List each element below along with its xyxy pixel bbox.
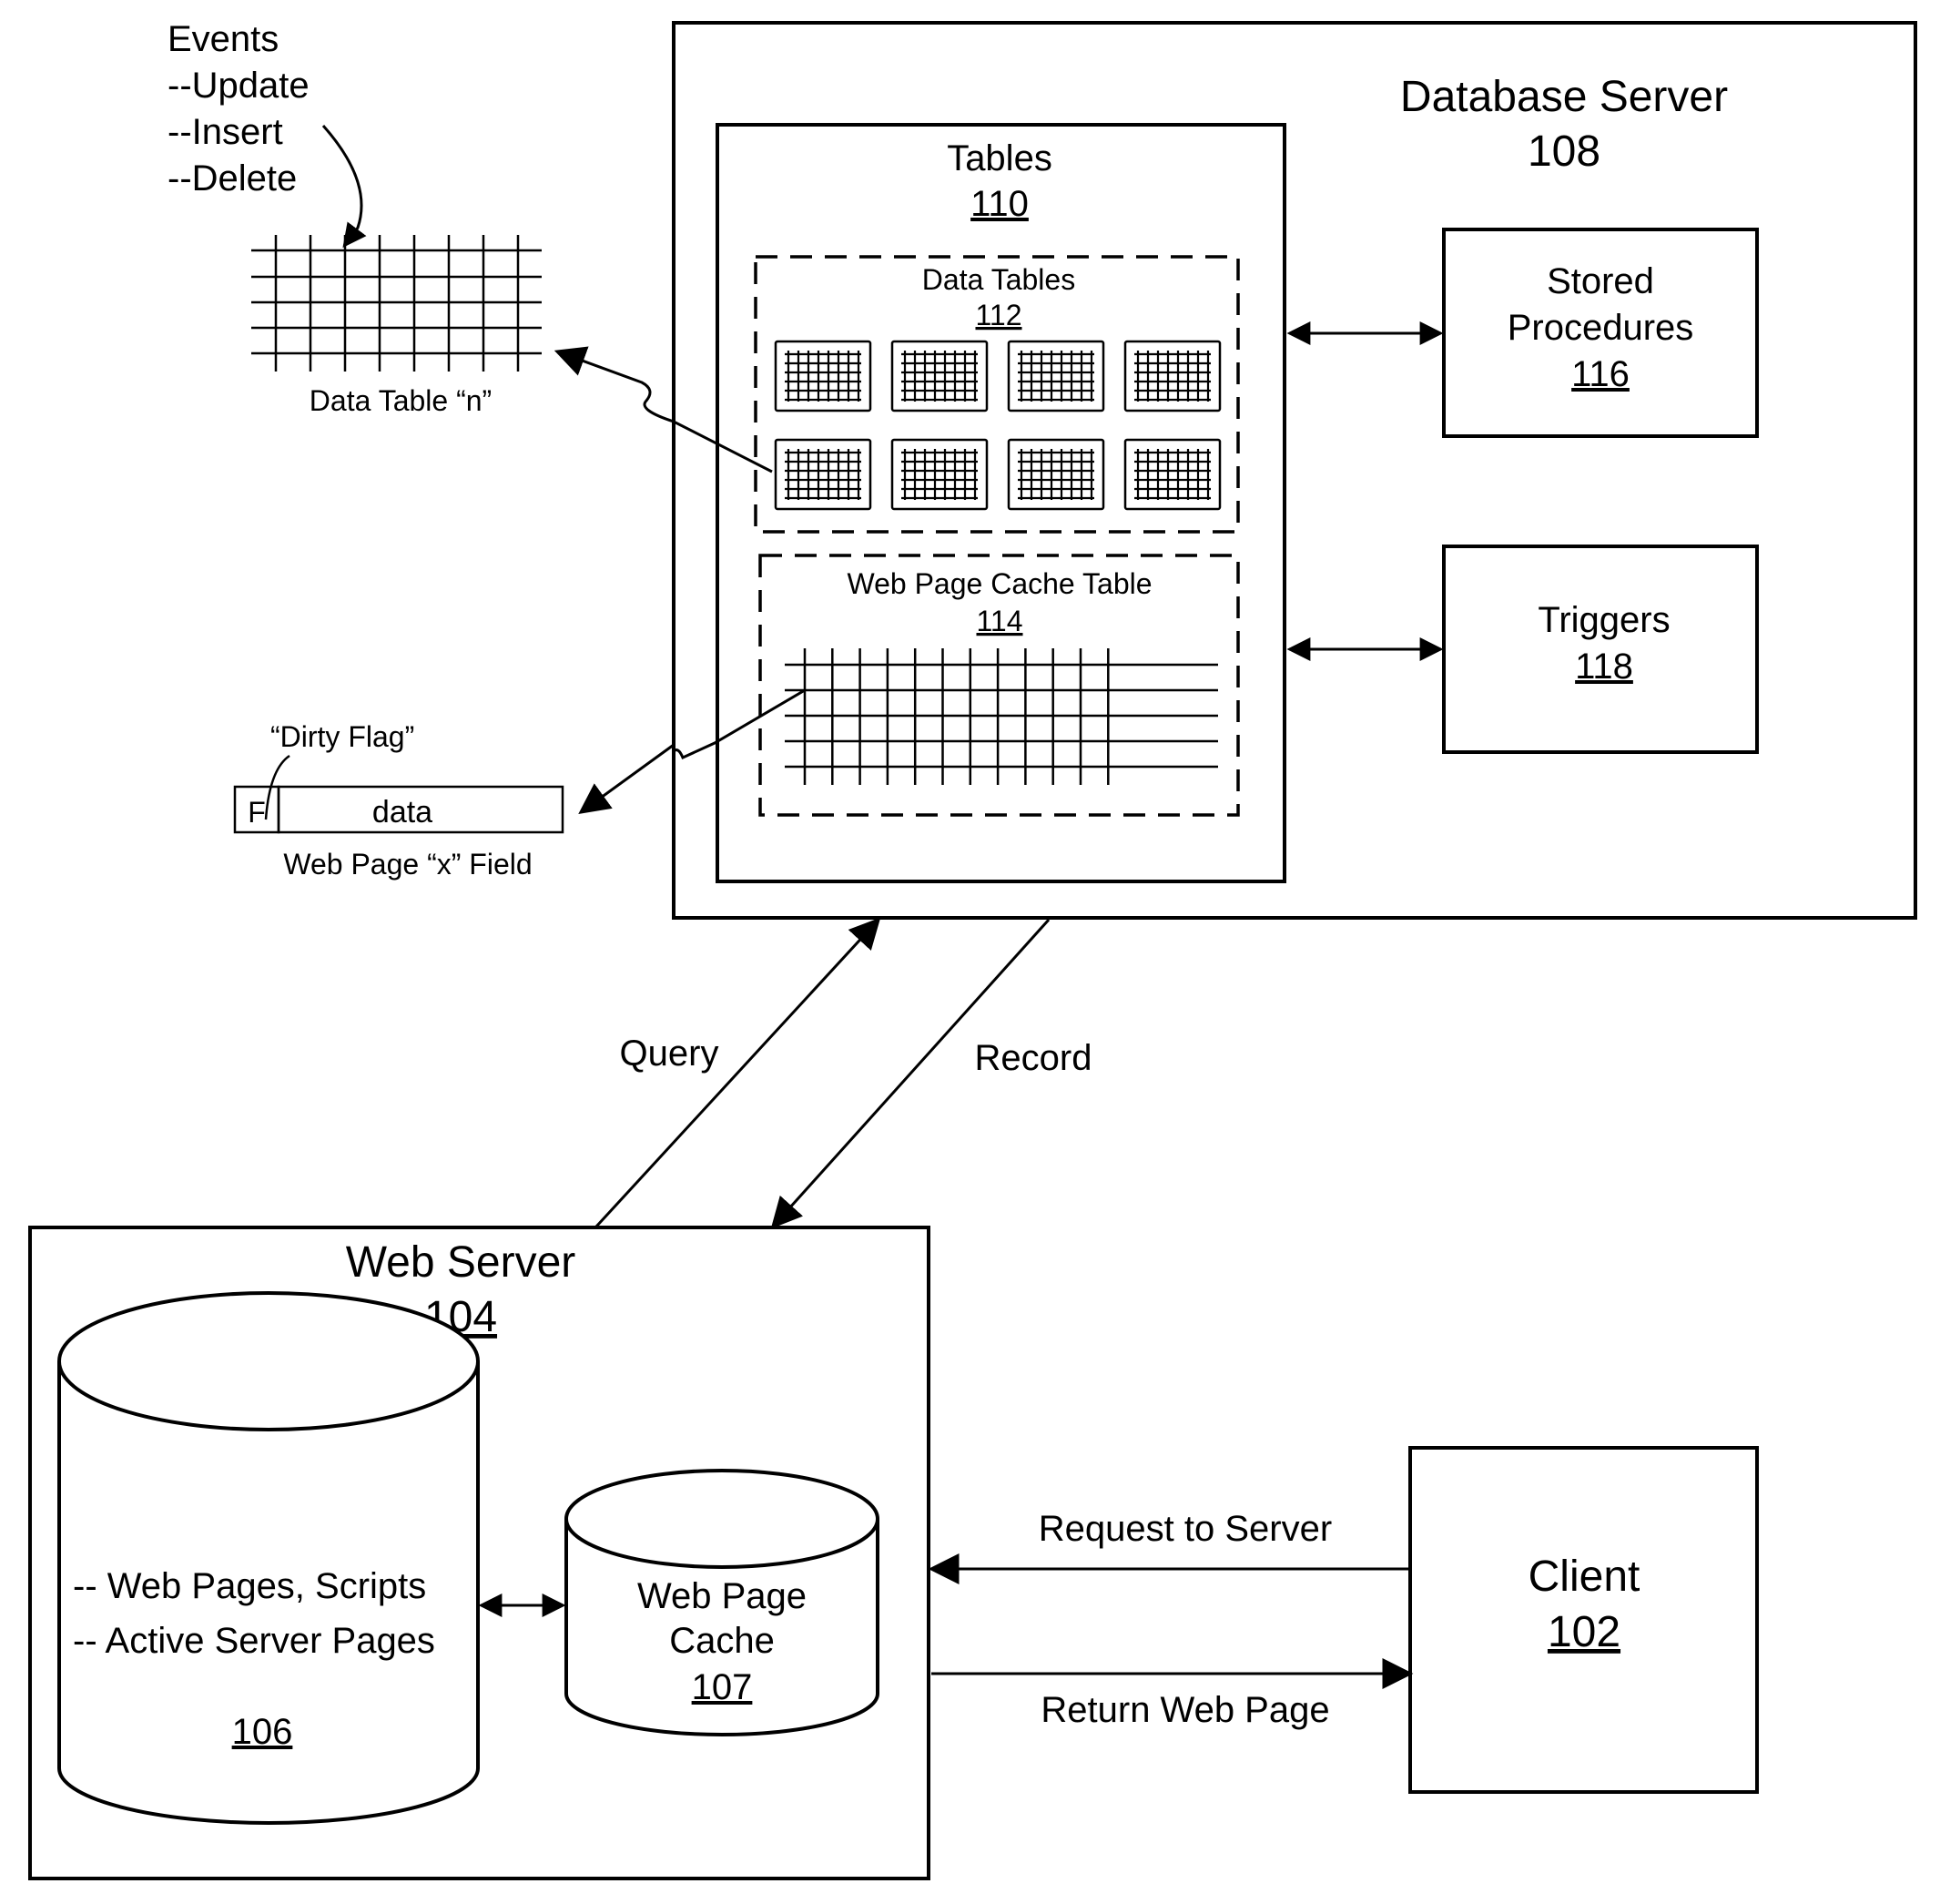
stored-procedures-number: 116 xyxy=(1571,354,1630,394)
web-page-cache-line1: Web Page xyxy=(637,1576,807,1616)
cache-table-number: 114 xyxy=(976,605,1022,637)
tables-box xyxy=(716,123,1286,883)
web-page-field-label: Web Page “x” Field xyxy=(283,848,532,881)
event-update: --Update xyxy=(168,66,310,106)
triggers-number: 118 xyxy=(1575,647,1633,687)
events-title: Events xyxy=(168,19,279,59)
triggers-title: Triggers xyxy=(1538,600,1670,640)
stored-procedures-line1: Stored xyxy=(1547,261,1654,301)
cache-table-title: Web Page Cache Table xyxy=(847,567,1152,600)
web-server-title: Web Server xyxy=(346,1238,576,1287)
web-page-cache-line2: Cache xyxy=(669,1621,775,1661)
events-legend: Events --Update --Insert --Delete xyxy=(168,19,310,199)
data-table-n-label: Data Table “n” xyxy=(310,384,492,417)
client-number: 102 xyxy=(1548,1608,1620,1656)
database-server-title: Database Server xyxy=(1400,73,1728,121)
database-server-number: 108 xyxy=(1528,127,1600,176)
tables-number: 110 xyxy=(970,184,1029,224)
client-title: Client xyxy=(1529,1553,1640,1601)
record-label: Record xyxy=(975,1038,1092,1078)
architecture-diagram: Events --Update --Insert --Delete Data T… xyxy=(28,19,1917,1880)
flag-cell-text: F xyxy=(248,796,266,829)
tables-title: Tables xyxy=(947,138,1052,178)
storage-line2: -- Active Server Pages xyxy=(73,1621,435,1661)
stored-procedures-line2: Procedures xyxy=(1508,308,1694,348)
data-tables-title: Data Tables xyxy=(922,263,1075,296)
event-insert: --Insert xyxy=(168,112,283,152)
event-delete: --Delete xyxy=(168,158,297,199)
web-page-cache-number: 107 xyxy=(692,1667,753,1707)
data-tables-number: 112 xyxy=(975,299,1021,331)
dirty-flag-callout: “Dirty Flag” xyxy=(270,720,414,753)
return-label: Return Web Page xyxy=(1041,1690,1329,1730)
data-table-n-grid xyxy=(251,235,542,372)
storage-line1: -- Web Pages, Scripts xyxy=(73,1566,426,1606)
data-cell-text: data xyxy=(372,795,432,830)
events-arrow xyxy=(321,125,367,249)
query-label: Query xyxy=(620,1033,719,1074)
storage-number: 106 xyxy=(232,1712,293,1752)
request-label: Request to Server xyxy=(1039,1509,1332,1549)
